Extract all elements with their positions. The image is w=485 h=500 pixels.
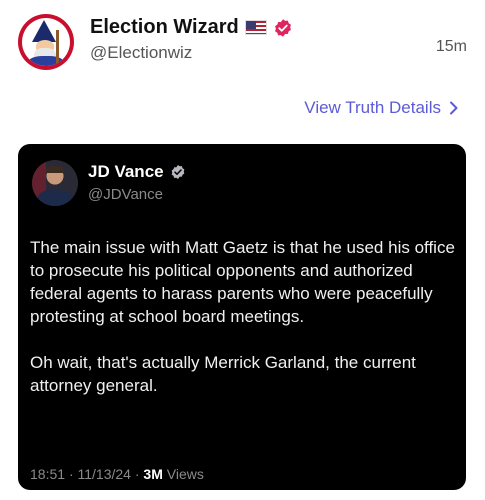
view-truth-details-link[interactable]: View Truth Details (304, 98, 459, 118)
embedded-post-date: 11/13/24 (77, 466, 131, 482)
author-block: Election Wizard @Electionwiz (90, 16, 293, 63)
views-label: Views (166, 466, 204, 482)
views-count: 3M (143, 466, 163, 482)
verified-badge-icon (274, 18, 291, 37)
embedded-post[interactable]: JD Vance @JDVance The main issue with Ma… (18, 144, 466, 490)
embedded-post-meta: 18:51 · 11/13/24 · 3M Views (30, 466, 204, 482)
post-header: Election Wizard @Electionwiz 15m (18, 14, 467, 74)
embedded-author-avatar[interactable] (32, 160, 78, 206)
meta-separator: · (68, 466, 78, 482)
chevron-right-icon (450, 101, 458, 115)
embedded-author-name[interactable]: JD Vance (88, 162, 164, 182)
embedded-post-text: The main issue with Matt Gaetz is that h… (30, 236, 458, 397)
verified-badge-icon (171, 165, 184, 179)
embedded-author-block: JD Vance @JDVance (88, 162, 186, 203)
wizard-avatar-icon (22, 18, 70, 66)
embedded-author-handle[interactable]: @JDVance (88, 186, 186, 203)
view-truth-details-label: View Truth Details (304, 98, 441, 117)
embedded-post-paragraph: Oh wait, that's actually Merrick Garland… (30, 353, 416, 395)
embedded-post-paragraph: The main issue with Matt Gaetz is that h… (30, 238, 455, 326)
post-timestamp: 15m (435, 38, 467, 55)
author-name[interactable]: Election Wizard (90, 16, 239, 39)
avatar[interactable] (18, 14, 74, 70)
author-handle[interactable]: @Electionwiz (90, 43, 293, 63)
us-flag-icon (244, 20, 267, 35)
embedded-post-time: 18:51 (30, 466, 66, 482)
